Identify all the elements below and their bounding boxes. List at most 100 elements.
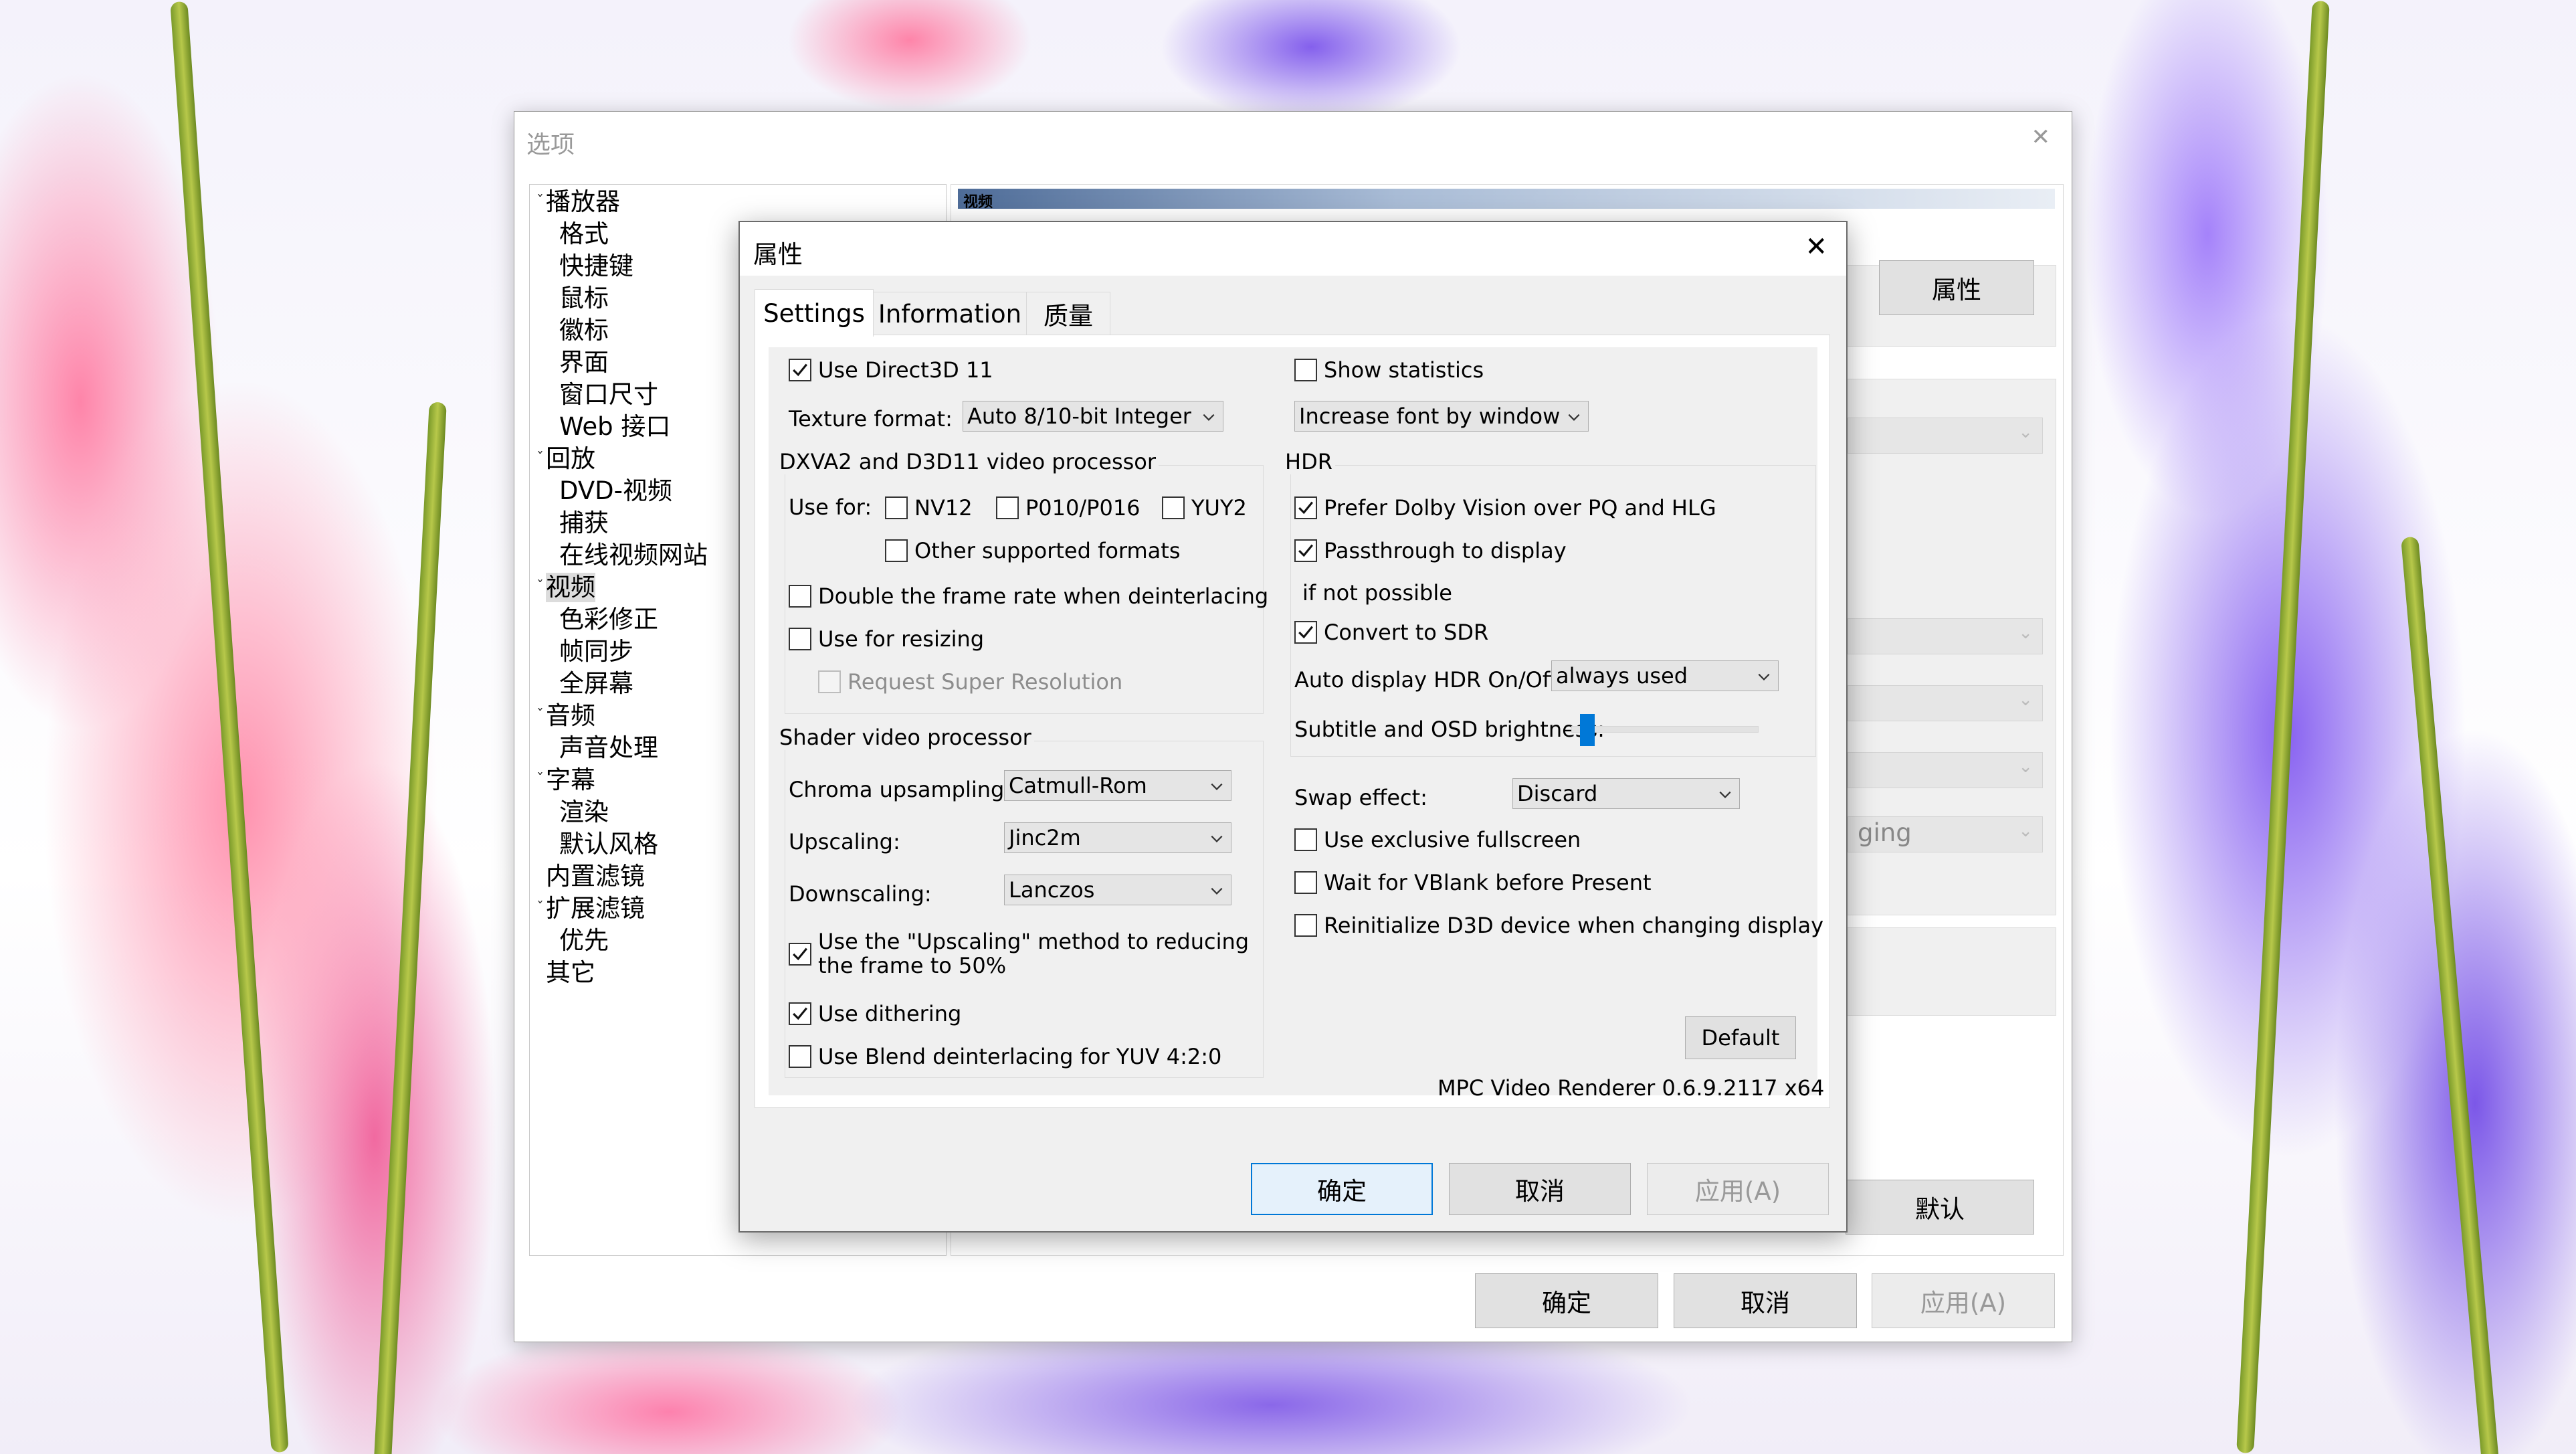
tab-quality[interactable]: 质量	[1026, 292, 1110, 335]
tree-item[interactable]: 鼠标	[559, 284, 609, 313]
tree-item[interactable]: 全屏幕	[559, 669, 633, 699]
use-for-resizing-checkbox[interactable]: Use for resizing	[789, 627, 984, 651]
chevron-down-icon	[1203, 414, 1215, 421]
use-upscaling-reduce-checkbox[interactable]: Use the "Upscaling" method to reducing t…	[789, 929, 1249, 978]
tree-expander-icon[interactable]: ˇ	[536, 701, 544, 731]
settings-combo[interactable]: ging ⌄	[1848, 816, 2043, 852]
tree-expander-icon[interactable]: ˇ	[536, 573, 544, 602]
renderer-combo[interactable]: ⌄	[1848, 418, 2043, 454]
options-close-icon[interactable]: ✕	[2032, 124, 2051, 151]
dialog-cancel-button[interactable]: 取消	[1449, 1163, 1631, 1215]
settings-combo[interactable]: ⌄	[1848, 752, 2043, 788]
properties-button[interactable]: 属性	[1879, 260, 2034, 315]
tab-information[interactable]: Information	[872, 292, 1027, 335]
tree-item[interactable]: ˇ 字幕	[536, 765, 595, 795]
tree-item-label: 回放	[546, 444, 595, 473]
tree-expander-icon[interactable]: ˇ	[536, 187, 544, 217]
use-upscaling-reduce-text: Use the "Upscaling" method to reducing t…	[818, 929, 1249, 978]
flower-stem	[170, 1, 289, 1453]
tree-expander-icon[interactable]: ˇ	[536, 444, 544, 474]
auto-hdr-combo[interactable]: always used	[1551, 660, 1779, 691]
prefer-dolby-checkbox[interactable]: Prefer Dolby Vision over PQ and HLG	[1294, 496, 1716, 520]
tree-item-label: 默认风格	[559, 830, 658, 858]
passthrough-checkbox[interactable]: Passthrough to display	[1294, 539, 1567, 563]
tree-item[interactable]: 色彩修正	[559, 605, 658, 634]
tree-item[interactable]: 捕获	[559, 509, 609, 538]
tree-item[interactable]: 优先	[559, 926, 609, 956]
other-formats-checkbox[interactable]: Other supported formats	[885, 539, 1181, 563]
tree-item[interactable]: ˇ 扩展滤镜	[536, 894, 645, 923]
options-apply-button[interactable]: 应用(A)	[1872, 1273, 2055, 1328]
tree-item[interactable]: 渲染	[559, 798, 609, 827]
dialog-apply-button[interactable]: 应用(A)	[1647, 1163, 1829, 1215]
texture-format-value: Auto 8/10-bit Integer	[967, 403, 1191, 429]
shader-group-title: Shader video processor	[779, 725, 1034, 750]
chroma-combo[interactable]: Catmull-Rom	[1004, 770, 1231, 801]
chevron-down-icon: ⌄	[2018, 690, 2033, 710]
tree-item[interactable]: 格式	[559, 219, 609, 249]
reinit-d3d-checkbox[interactable]: Reinitialize D3D device when changing di…	[1294, 913, 1823, 937]
tree-item[interactable]: 默认风格	[559, 830, 658, 859]
slider-thumb[interactable]	[1580, 714, 1595, 746]
tree-item-label: 视频	[546, 573, 595, 602]
options-default-button[interactable]: 默认	[1846, 1180, 2034, 1235]
blend-deinterlacing-label: Use Blend deinterlacing for YUV 4:2:0	[818, 1044, 1222, 1069]
check-icon	[1298, 626, 1313, 639]
options-ok-button[interactable]: 确定	[1475, 1273, 1658, 1328]
renderer-default-button[interactable]: Default	[1685, 1016, 1796, 1059]
use-dithering-checkbox[interactable]: Use dithering	[789, 1002, 961, 1026]
wait-vblank-checkbox[interactable]: Wait for VBlank before Present	[1294, 871, 1652, 895]
checkbox-box	[789, 1002, 811, 1025]
downscaling-combo[interactable]: Lanczos	[1004, 875, 1231, 905]
tree-item[interactable]: 快捷键	[559, 252, 633, 281]
tree-item[interactable]: 其它	[546, 958, 595, 988]
flower-stem	[2401, 536, 2500, 1454]
checkbox-box	[1294, 914, 1317, 937]
use-d3d11-checkbox[interactable]: Use Direct3D 11	[789, 358, 993, 382]
tree-item[interactable]: 徽标	[559, 316, 609, 345]
tree-item[interactable]: Web 接口	[559, 412, 670, 442]
show-statistics-checkbox[interactable]: Show statistics	[1294, 358, 1484, 382]
settings-combo[interactable]: ⌄	[1848, 618, 2043, 654]
upscaling-combo[interactable]: Jinc2m	[1004, 822, 1231, 853]
tree-item[interactable]: 声音处理	[559, 733, 658, 763]
auto-hdr-label: Auto display HDR On/Off:	[1294, 667, 1565, 693]
stats-font-combo[interactable]: Increase font by window	[1294, 401, 1589, 432]
tree-item[interactable]: ˇ 音频	[536, 701, 595, 731]
convert-sdr-checkbox[interactable]: Convert to SDR	[1294, 620, 1488, 644]
dialog-close-icon[interactable]: ✕	[1805, 232, 1827, 262]
chevron-down-icon: ⌄	[2018, 821, 2033, 841]
tree-item[interactable]: ˇ 播放器	[536, 187, 620, 217]
checkbox-box	[789, 585, 811, 608]
dxva-group-title: DXVA2 and D3D11 video processor	[779, 449, 1159, 474]
yuy2-checkbox[interactable]: YUY2	[1162, 496, 1247, 520]
settings-combo[interactable]: ⌄	[1848, 685, 2043, 721]
subtitle-brightness-slider[interactable]	[1571, 711, 1759, 749]
texture-format-combo[interactable]: Auto 8/10-bit Integer	[963, 401, 1223, 432]
tree-expander-icon[interactable]: ˇ	[536, 765, 544, 795]
tree-expander-icon[interactable]: ˇ	[536, 894, 544, 923]
super-resolution-checkbox[interactable]: Request Super Resolution	[818, 670, 1122, 694]
tree-item[interactable]: ˇ 视频	[536, 573, 595, 602]
blend-deinterlacing-checkbox[interactable]: Use Blend deinterlacing for YUV 4:2:0	[789, 1044, 1221, 1069]
dialog-ok-button[interactable]: 确定	[1251, 1163, 1433, 1215]
tree-item[interactable]: 内置滤镜	[546, 862, 645, 891]
other-formats-label: Other supported formats	[914, 538, 1181, 563]
tree-item[interactable]: ˇ 回放	[536, 444, 595, 474]
check-icon	[793, 947, 807, 961]
p010-checkbox[interactable]: P010/P016	[996, 496, 1141, 520]
swap-effect-combo[interactable]: Discard	[1512, 778, 1740, 809]
tree-item[interactable]: 窗口尺寸	[559, 380, 658, 410]
exclusive-fullscreen-checkbox[interactable]: Use exclusive fullscreen	[1294, 828, 1581, 852]
tree-item-label: 色彩修正	[559, 605, 658, 634]
options-cancel-button[interactable]: 取消	[1674, 1273, 1857, 1328]
tab-settings[interactable]: Settings	[755, 289, 874, 337]
nv12-checkbox[interactable]: NV12	[885, 496, 973, 520]
tree-item[interactable]: 在线视频网站	[559, 541, 708, 570]
tree-item[interactable]: 帧同步	[559, 637, 633, 666]
p010-label: P010/P016	[1025, 495, 1141, 521]
tree-item[interactable]: DVD-视频	[559, 476, 672, 506]
tree-item[interactable]: 界面	[559, 348, 609, 377]
double-frame-rate-checkbox[interactable]: Double the frame rate when deinterlacing	[789, 584, 1268, 608]
tree-item-label: 渲染	[559, 798, 609, 826]
